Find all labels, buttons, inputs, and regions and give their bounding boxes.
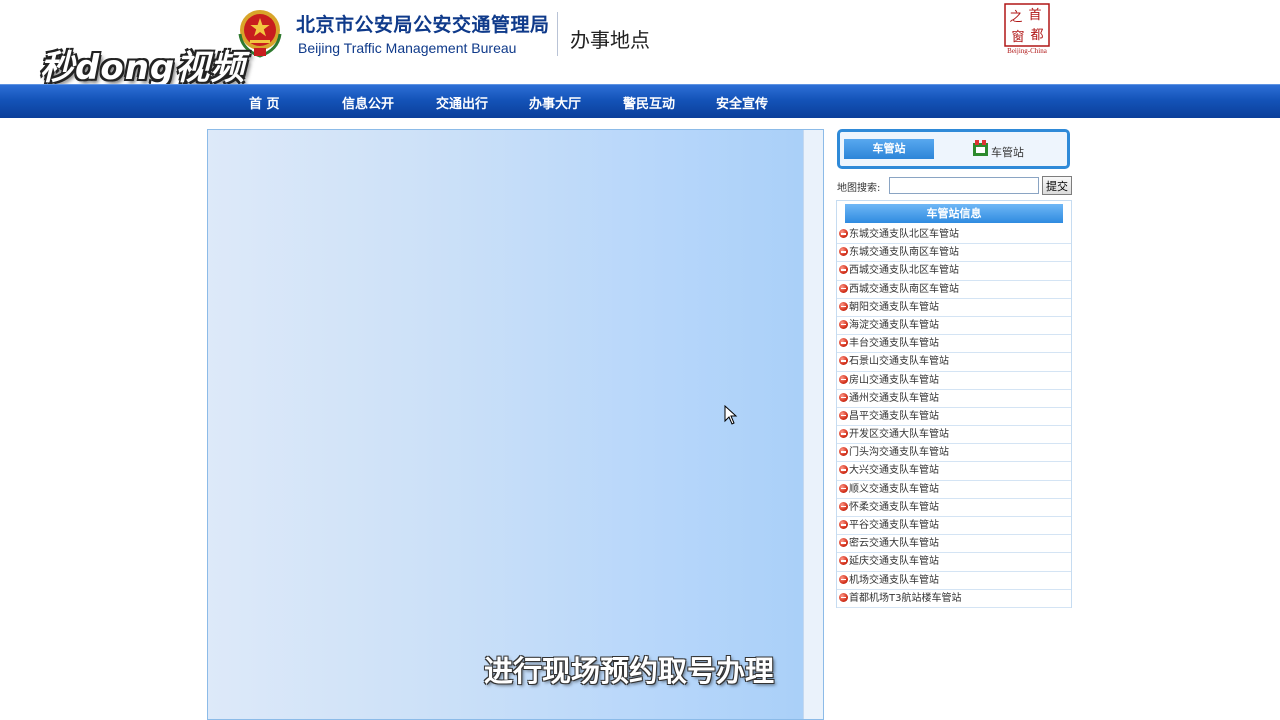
station-item[interactable]: 丰台交通支队车管站 <box>837 335 1071 354</box>
station-name: 朝阳交通支队车管站 <box>849 301 939 313</box>
station-name: 门头沟交通支队车管站 <box>849 447 949 459</box>
station-name: 首都机场T3航站楼车管站 <box>849 592 962 604</box>
location-marker-icon <box>839 229 848 238</box>
header-divider <box>557 12 558 56</box>
page-title: 办事地点 <box>570 28 650 52</box>
map-search-input[interactable] <box>889 177 1039 194</box>
station-name: 昌平交通支队车管站 <box>849 410 939 422</box>
nav-police-interaction[interactable]: 警民互动 <box>623 93 675 112</box>
capital-logo-char: 之 <box>1009 10 1022 25</box>
station-item[interactable]: 通州交通支队车管站 <box>837 390 1071 408</box>
station-name: 怀柔交通支队车管站 <box>849 501 939 513</box>
station-name: 东城交通支队北区车管站 <box>849 229 959 240</box>
location-marker-icon <box>839 592 848 602</box>
station-name: 密云交通大队车管站 <box>849 538 939 550</box>
nav-traffic-travel[interactable]: 交通出行 <box>436 93 488 112</box>
station-marker-icon <box>973 140 988 156</box>
station-item[interactable]: 密云交通大队车管站 <box>837 535 1071 554</box>
station-item[interactable]: 西城交通支队北区车管站 <box>837 262 1071 281</box>
station-item[interactable]: 怀柔交通支队车管站 <box>837 499 1071 517</box>
main-nav: 首 页 信息公开 交通出行 办事大厅 警民互动 安全宣传 <box>0 84 1280 118</box>
mouse-cursor-icon <box>724 405 738 425</box>
station-tab-bar: 车管站 车管站 <box>837 129 1070 169</box>
location-marker-icon <box>839 574 848 584</box>
station-item[interactable]: 东城交通支队北区车管站 <box>837 226 1071 245</box>
location-marker-icon <box>839 410 848 420</box>
station-name: 石景山交通支队车管站 <box>849 356 949 368</box>
location-marker-icon <box>839 447 848 457</box>
search-label: 地图搜索: <box>837 183 881 194</box>
location-marker-icon <box>839 374 848 384</box>
station-item[interactable]: 延庆交通支队车管站 <box>837 553 1071 572</box>
capital-logo-char: 都 <box>1030 28 1043 43</box>
station-name: 丰台交通支队车管站 <box>849 338 939 350</box>
station-info-panel: 车管站信息 东城交通支队北区车管站 东城交通支队南区车管站 西城交通支队北区车管站西… <box>836 200 1072 608</box>
bureau-name-en: Beijing Traffic Management Bureau <box>298 40 517 56</box>
station-name: 东城交通支队南区车管站 <box>849 247 959 259</box>
station-item[interactable]: 石景山交通支队车管站 <box>837 353 1071 372</box>
station-name: 顺义交通支队车管站 <box>849 483 939 495</box>
bureau-name-cn: 北京市公安局公安交通管理局 <box>296 14 550 36</box>
station-item[interactable]: 西城交通支队南区车管站 <box>837 281 1071 299</box>
tab-station-label: 车管站 <box>991 146 1024 159</box>
location-marker-icon <box>839 392 848 402</box>
station-item[interactable]: 开发区交通大队车管站 <box>837 426 1071 445</box>
station-name: 通州交通支队车管站 <box>849 392 939 404</box>
location-marker-icon <box>839 319 848 329</box>
video-watermark: 秒dong视频 <box>40 48 246 88</box>
tab-station-active[interactable]: 车管站 <box>844 139 934 159</box>
capital-logo-caption: Beijing-China <box>1007 47 1047 55</box>
location-marker-icon <box>839 247 848 257</box>
location-marker-icon <box>839 556 848 566</box>
station-name: 西城交通支队南区车管站 <box>849 283 959 295</box>
location-marker-icon <box>839 538 848 548</box>
location-marker-icon <box>839 429 848 439</box>
location-marker-icon <box>839 501 848 511</box>
station-item[interactable]: 昌平交通支队车管站 <box>837 408 1071 427</box>
tab-station-inactive[interactable]: 车管站 <box>973 140 1024 162</box>
station-item[interactable]: 东城交通支队南区车管站 <box>837 244 1071 263</box>
capital-logo-char: 首 <box>1028 8 1041 23</box>
station-list: 东城交通支队北区车管站 东城交通支队南区车管站 西城交通支队北区车管站 西城交通支队南… <box>837 226 1071 608</box>
location-marker-icon <box>839 465 848 475</box>
station-info-header: 车管站信息 <box>845 204 1063 223</box>
station-item[interactable]: 朝阳交通支队车管站 <box>837 299 1071 317</box>
station-item[interactable]: 海淀交通支队车管站 <box>837 317 1071 336</box>
location-marker-icon <box>839 338 848 348</box>
nav-info-disclosure[interactable]: 信息公开 <box>342 93 394 112</box>
station-name: 延庆交通支队车管站 <box>849 556 939 568</box>
nav-safety-promotion[interactable]: 安全宣传 <box>716 93 768 112</box>
station-name: 海淀交通支队车管站 <box>849 319 939 331</box>
site-header: 北京市公安局公安交通管理局 Beijing Traffic Management… <box>0 0 1280 88</box>
station-item[interactable]: 机场交通支队车管站 <box>837 572 1071 590</box>
nav-home[interactable]: 首 页 <box>249 93 280 112</box>
video-subtitle: 进行现场预约取号办理 <box>483 654 774 688</box>
location-marker-icon <box>839 356 848 366</box>
location-marker-icon <box>839 265 848 275</box>
search-submit-button[interactable]: 提交 <box>1042 176 1072 195</box>
station-name: 平谷交通支队车管站 <box>849 520 939 531</box>
location-marker-icon <box>839 283 848 293</box>
station-item[interactable]: 首都机场T3航站楼车管站 <box>837 590 1071 608</box>
station-item[interactable]: 门头沟交通支队车管站 <box>837 444 1071 463</box>
nav-service-hall[interactable]: 办事大厅 <box>529 93 581 112</box>
station-name: 房山交通支队车管站 <box>849 374 939 386</box>
station-name: 开发区交通大队车管站 <box>849 429 949 441</box>
location-marker-icon <box>839 301 848 311</box>
station-item[interactable]: 大兴交通支队车管站 <box>837 462 1071 481</box>
map-scrollbar[interactable] <box>803 130 823 719</box>
station-name: 大兴交通支队车管站 <box>849 465 939 477</box>
station-item[interactable]: 房山交通支队车管站 <box>837 372 1071 390</box>
station-name: 机场交通支队车管站 <box>849 574 939 586</box>
location-marker-icon <box>839 483 848 493</box>
station-item[interactable]: 顺义交通支队车管站 <box>837 481 1071 499</box>
location-marker-icon <box>839 520 848 529</box>
station-name: 西城交通支队北区车管站 <box>849 265 959 277</box>
map-search: 地图搜索: 提交 <box>836 174 1072 196</box>
station-item[interactable]: 平谷交通支队车管站 <box>837 517 1071 536</box>
capital-logo-char: 窗 <box>1011 29 1024 45</box>
